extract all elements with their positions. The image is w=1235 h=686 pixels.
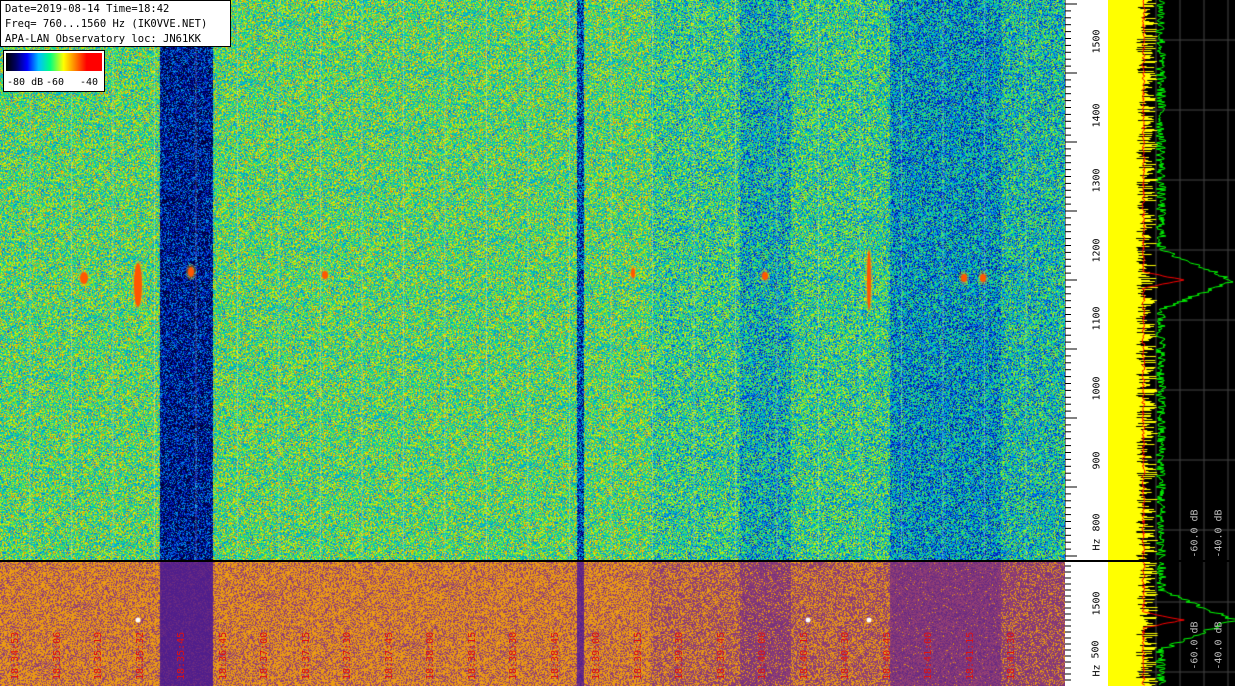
freq-unit: Hz — [1091, 538, 1103, 551]
timestamp-label: 18:40:15 — [798, 631, 810, 680]
timestamp-label: 18:38:45 — [549, 631, 561, 680]
frequency-axis-overview: 1500 500 Hz — [1065, 562, 1108, 686]
timestamp-label: 18:37:45 — [383, 631, 395, 680]
scale-label-max: -40 — [80, 77, 99, 88]
freq-tick-1300: 1300 — [1091, 168, 1103, 193]
freq-tick-1100: 1100 — [1091, 306, 1103, 331]
freq-tick-1000: 1000 — [1091, 376, 1103, 401]
freq2-unit: Hz — [1091, 664, 1103, 677]
spectrum-overview-db-60: -60.0 dB — [1189, 621, 1201, 670]
spectrum-db-40: -40.0 dB — [1213, 509, 1225, 558]
scale-label-min: -80 dB — [7, 77, 44, 88]
freq-tick-900: 900 — [1091, 451, 1103, 470]
timestamp-label: 18:37:30 — [342, 631, 353, 680]
timestamp-label: 18:38:15 — [466, 631, 478, 680]
timestamp-label: 18:39:00 — [591, 631, 602, 680]
timestamp-label: 18:35:19 — [93, 631, 104, 680]
timestamp-label: 18:35:06 — [51, 631, 63, 680]
timestamp-label: 18:39:30 — [674, 631, 685, 680]
color-scale-gradient — [6, 53, 102, 71]
spectrum-overview-db-40: -40.0 dB — [1213, 621, 1225, 670]
timestamp-label: 18:41:30 — [1006, 631, 1017, 680]
frequency-axis-ticks — [1065, 0, 1077, 560]
timestamp-label: 18:37:00 — [259, 631, 270, 680]
timestamp-label: 18:41:15 — [964, 631, 976, 680]
timestamp-label: 18:38:30 — [508, 631, 519, 680]
timestamp-label: 18:40:00 — [757, 631, 768, 680]
freq2-tick-500: 500 — [1090, 640, 1102, 659]
freq2-tick-1500: 1500 — [1091, 591, 1103, 616]
freq-tick-800: 800 — [1091, 513, 1103, 532]
timestamp-label: 18:39:15 — [632, 631, 644, 680]
timestamp-label: 18:40:30 — [840, 631, 851, 680]
waterfall-main — [0, 0, 1065, 560]
info-header: Date=2019-08-14 Time=18:42 Freq= 760...1… — [0, 0, 231, 47]
freq-tick-1500: 1500 — [1091, 29, 1103, 54]
header-location: APA-LAN Observatory loc: JN61KK — [5, 33, 201, 45]
frequency-axis: 1500 1400 1300 1200 1100 1000 900 800 Hz — [1065, 0, 1108, 560]
timestamp-label: 18:36:45 — [217, 631, 229, 680]
color-scale: -80 dB -60 -40 — [3, 50, 105, 92]
timestamp-label: 18:34:53 — [10, 631, 21, 680]
freq-tick-1200: 1200 — [1091, 238, 1103, 263]
scale-label-mid: -60 — [46, 77, 65, 88]
spectrum-db-60: -60.0 dB — [1189, 509, 1201, 558]
timestamp-label: 18:41:00 — [923, 631, 934, 680]
timestamp-layer: 18:34:53 18:35:06 18:35:19 18:35:32 18:35:45… — [0, 562, 1065, 686]
timestamp-label: 18:35:45 — [176, 631, 187, 680]
timestamp-label: 18:39:45 — [715, 631, 727, 680]
timestamp-label: 18:35:32 — [134, 631, 146, 680]
timestamp-label: 18:37:15 — [300, 631, 312, 680]
spectrum-panel — [1108, 0, 1235, 560]
header-freq: Freq= 760...1560 Hz (IK0VVE.NET) — [5, 18, 208, 30]
timestamp-label: 18:40:45 — [881, 631, 893, 680]
freq-tick-1400: 1400 — [1091, 103, 1103, 128]
timestamp-label: 18:38:00 — [425, 631, 436, 680]
header-date: Date=2019-08-14 Time=18:42 — [5, 3, 170, 15]
